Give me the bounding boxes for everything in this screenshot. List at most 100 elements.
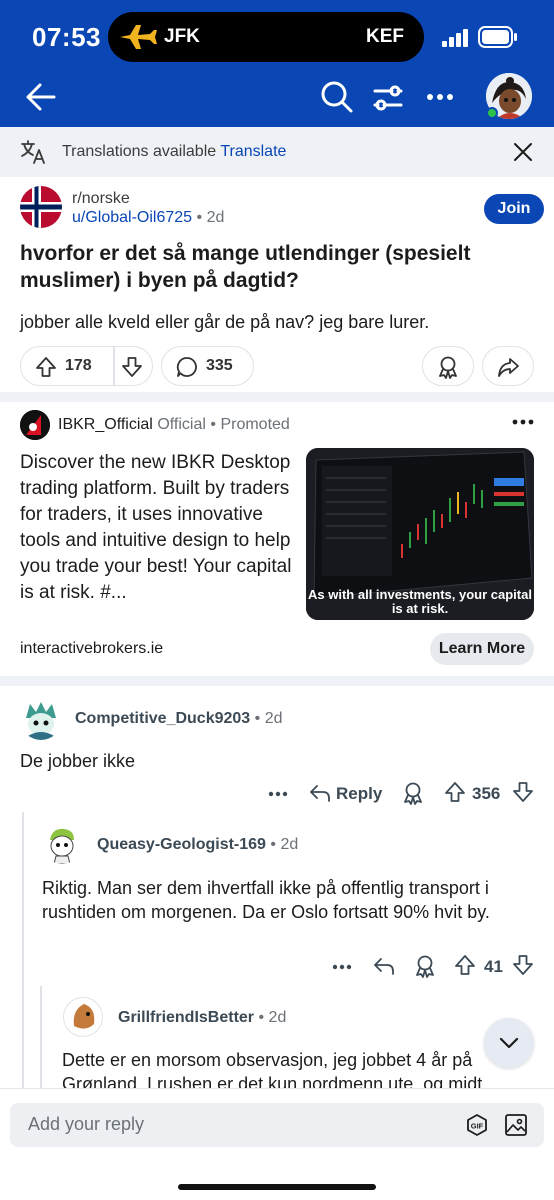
comment-avatar[interactable] xyxy=(20,698,62,740)
ad-official: Official xyxy=(157,416,206,433)
svg-text:GIF: GIF xyxy=(471,1122,484,1131)
search-icon[interactable] xyxy=(320,80,354,114)
back-arrow-icon[interactable] xyxy=(24,80,58,114)
ad-image-caption: As with all investments, your capital is… xyxy=(308,587,532,616)
section-divider xyxy=(0,392,554,402)
downvote-icon[interactable] xyxy=(512,781,534,803)
comment-text: Riktig. Man ser dem ihvertfall ikke på o… xyxy=(42,878,490,922)
comment-author-line: GrillfriendIsBetter • 2d xyxy=(118,1009,286,1027)
downvote-icon[interactable] xyxy=(512,954,534,976)
more-icon[interactable] xyxy=(268,791,288,797)
post-title: hvorfor er det så mange utlendinger (spe… xyxy=(20,242,471,292)
meta-separator: • xyxy=(254,710,261,727)
comment-count: 335 xyxy=(206,357,233,374)
reply-input[interactable]: Add your reply GIF xyxy=(10,1103,544,1147)
comment-author-line: Queasy-Geologist-169 • 2d xyxy=(97,836,298,854)
filter-icon[interactable] xyxy=(372,82,404,114)
thread-line xyxy=(40,986,42,1088)
comment-age: 2d xyxy=(264,710,283,727)
upvote-count: 178 xyxy=(65,357,92,374)
airplane-icon xyxy=(120,25,157,49)
gif-icon[interactable]: GIF xyxy=(464,1113,490,1137)
dynamic-island[interactable]: JFK KEF xyxy=(108,12,424,62)
meta-separator: • xyxy=(196,209,203,226)
upvote-icon[interactable] xyxy=(444,781,466,803)
flight-from: JFK xyxy=(164,26,200,47)
post-age: 2d xyxy=(206,209,225,226)
post-body: jobber alle kveld eller går de på nav? j… xyxy=(20,312,430,332)
meta-separator: • xyxy=(210,416,216,433)
ad-promoted: Promoted xyxy=(220,416,290,433)
post-meta: u/Global-Oil6725 • 2d xyxy=(72,209,224,227)
comment-author[interactable]: Competitive_Duck9203 xyxy=(75,710,250,727)
reply-icon[interactable] xyxy=(372,954,396,978)
subreddit-name[interactable]: r/norske xyxy=(72,190,130,208)
more-icon[interactable] xyxy=(332,964,352,970)
reply-icon[interactable] xyxy=(308,781,332,805)
norway-flag-icon xyxy=(20,186,62,228)
award-icon xyxy=(439,356,457,379)
signal-icon xyxy=(442,29,468,47)
app-header: 07:53 JFK KEF xyxy=(0,0,554,127)
comments-button[interactable]: 335 xyxy=(161,346,254,386)
join-button[interactable]: Join xyxy=(484,194,544,224)
comment-avatar[interactable] xyxy=(42,824,82,864)
award-button[interactable] xyxy=(422,346,474,386)
battery-icon xyxy=(478,26,517,48)
award-icon[interactable] xyxy=(414,954,436,978)
flight-to: KEF xyxy=(366,26,404,47)
more-icon[interactable] xyxy=(426,92,454,102)
vote-separator xyxy=(113,347,115,385)
avatar-icon xyxy=(20,698,62,740)
meta-separator: • xyxy=(270,836,277,853)
translate-icon xyxy=(21,140,45,164)
ad-header: IBKR_Official Official • Promoted xyxy=(58,416,290,434)
comment-actions: Reply 356 xyxy=(260,779,540,809)
comment-author[interactable]: GrillfriendIsBetter xyxy=(118,1009,254,1026)
online-status-dot xyxy=(486,107,498,119)
scroll-down-button[interactable] xyxy=(484,1018,534,1068)
reply-label[interactable]: Reply xyxy=(336,784,382,804)
avatar-icon xyxy=(62,996,104,1038)
comment-actions: 41 xyxy=(324,952,538,982)
comment-author[interactable]: Queasy-Geologist-169 xyxy=(97,836,266,853)
comment-icon xyxy=(176,357,197,377)
post-author[interactable]: u/Global-Oil6725 xyxy=(72,209,192,226)
share-icon xyxy=(498,358,519,377)
learn-more-button[interactable]: Learn More xyxy=(430,633,534,665)
status-time: 07:53 xyxy=(32,22,101,52)
comment-avatar[interactable] xyxy=(62,996,104,1038)
ad-domain[interactable]: interactivebrokers.ie xyxy=(20,640,163,658)
comment-text: Dette er en morsom observasjon, jeg jobb… xyxy=(62,1050,483,1088)
comment-age: 2d xyxy=(268,1009,287,1026)
comment-text: De jobber ikke xyxy=(20,751,136,771)
ad-text[interactable]: Discover the new IBKR Desktop trading pl… xyxy=(20,450,300,606)
close-icon[interactable] xyxy=(512,141,534,163)
reply-placeholder: Add your reply xyxy=(28,1114,145,1134)
ad-image[interactable]: As with all investments, your capital is… xyxy=(306,448,534,620)
ad-brand-logo[interactable] xyxy=(20,410,50,440)
comment-score: 356 xyxy=(472,784,501,803)
avatar-icon xyxy=(42,824,82,864)
comment-age: 2d xyxy=(280,836,299,853)
meta-separator: • xyxy=(258,1009,265,1026)
upvote-icon[interactable] xyxy=(454,954,476,976)
downvote-icon[interactable] xyxy=(121,356,143,378)
upvote-icon[interactable] xyxy=(35,356,57,378)
translation-text: Translations available Translate xyxy=(62,143,286,161)
image-icon[interactable] xyxy=(504,1113,528,1137)
translation-label: Translations available xyxy=(62,143,217,160)
comment-author-line: Competitive_Duck9203 • 2d xyxy=(75,710,283,728)
translation-banner: Translations available Translate xyxy=(0,127,554,177)
home-indicator xyxy=(178,1184,376,1190)
translate-link[interactable]: Translate xyxy=(220,143,286,160)
ad-brand[interactable]: IBKR_Official xyxy=(58,416,153,433)
thread-line xyxy=(22,812,24,1088)
chevron-down-icon xyxy=(499,1037,519,1049)
share-button[interactable] xyxy=(482,346,534,386)
more-icon[interactable] xyxy=(512,418,534,426)
section-divider xyxy=(0,676,554,686)
award-icon[interactable] xyxy=(402,781,424,805)
ibkr-logo-icon xyxy=(20,410,50,440)
subreddit-avatar[interactable] xyxy=(20,186,62,228)
